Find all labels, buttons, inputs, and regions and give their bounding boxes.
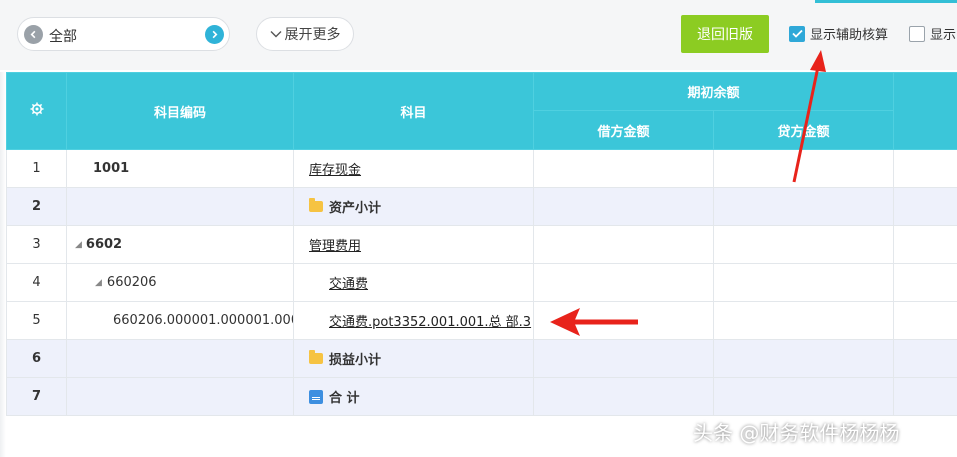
extra-cell [893, 263, 957, 302]
credit-amount-cell [712, 339, 895, 378]
folder-icon [309, 198, 323, 212]
extra-cell [893, 339, 957, 378]
debit-amount-cell[interactable] [533, 149, 714, 188]
show-aux-accounting-checkbox[interactable]: 显示辅助核算 [789, 24, 888, 43]
chevron-right-icon[interactable] [205, 25, 224, 44]
settings-header-cell[interactable] [6, 72, 67, 150]
credit-amount-cell[interactable] [712, 263, 895, 302]
folder-icon [309, 350, 323, 364]
row-number: 7 [6, 377, 67, 416]
table-row[interactable]: 3 ◢ 6602 管理费用 [6, 225, 957, 264]
subtotal-label: 资产小计 [329, 201, 382, 216]
table-row[interactable]: 1 1001 库存现金 [6, 149, 957, 188]
watermark-text: 头条 @财务软件杨杨杨 [693, 421, 900, 445]
account-subject-link[interactable]: 库存现金 [309, 163, 361, 178]
extra-cell [893, 225, 957, 264]
row-number: 3 [6, 225, 67, 264]
scope-value: 全部 [49, 29, 77, 45]
account-code [66, 377, 294, 416]
table-row[interactable]: 4 ◢ 660206 交通费 [6, 263, 957, 302]
debit-amount-cell[interactable] [533, 225, 714, 264]
row-number: 6 [6, 339, 67, 378]
account-code: 660206 [106, 275, 157, 290]
extra-cell [893, 377, 957, 416]
row-number: 2 [6, 187, 67, 226]
checkbox-checked-icon[interactable] [789, 25, 805, 42]
header-debit-amount: 借方金额 [533, 110, 714, 150]
debit-amount-cell [533, 339, 714, 378]
chevron-left-icon[interactable] [24, 25, 43, 44]
calculator-icon [309, 389, 323, 404]
show-aux-accounting-label: 显示辅助核算 [810, 28, 889, 43]
row-number: 1 [6, 149, 67, 188]
header-next-column [893, 72, 957, 150]
account-code: 1001 [66, 149, 294, 188]
table-row[interactable]: 6 损益小计 [6, 339, 957, 378]
table-row[interactable]: 7 合 计 [6, 377, 957, 416]
credit-amount-cell [712, 187, 895, 226]
account-code [66, 339, 294, 378]
scope-selector[interactable]: 全部 [17, 17, 230, 51]
expand-more-label: 展开更多 [284, 27, 341, 43]
header-account-subject: 科目 [293, 72, 534, 150]
credit-amount-cell[interactable] [712, 301, 895, 340]
checkbox-unchecked-icon[interactable] [909, 25, 925, 42]
header-account-code: 科目编码 [66, 72, 294, 150]
gear-icon[interactable] [30, 102, 44, 120]
account-subject-link[interactable]: 管理费用 [309, 239, 361, 254]
account-subject-link[interactable]: 交通费.pot3352.001.001.总 部.3 [329, 315, 531, 330]
collapse-triangle-icon[interactable]: ◢ [95, 278, 102, 288]
opening-balance-table: 科目编码 科目 期初余额 借方金额 贷方金额 1 1001 库存现金 2 资产小… [6, 72, 957, 416]
revert-old-version-button[interactable]: 退回旧版 [681, 15, 769, 53]
table-row[interactable]: 5 660206.000001.000001.000 交通费.pot3352.0… [6, 301, 957, 340]
row-number: 5 [6, 301, 67, 340]
header-opening-balance: 期初余额 [532, 72, 895, 111]
table-row[interactable]: 2 资产小计 [6, 187, 957, 226]
account-code: 6602 [85, 237, 123, 252]
toolbar: 全部 展开更多 退回旧版 显示辅助核算 显示 [0, 0, 957, 70]
extra-cell [893, 301, 957, 340]
show-more-checkbox[interactable]: 显示 [909, 24, 956, 43]
show-more-checkbox-clip: 显示 [909, 20, 957, 46]
collapse-triangle-icon[interactable]: ◢ [75, 240, 82, 250]
debit-amount-cell[interactable] [533, 301, 714, 340]
total-label: 合 计 [329, 391, 360, 406]
header-credit-amount: 贷方金额 [712, 110, 895, 150]
row-number: 4 [6, 263, 67, 302]
account-subject-link[interactable]: 交通费 [329, 277, 368, 292]
subtotal-label: 损益小计 [329, 353, 382, 368]
expand-more-button[interactable]: 展开更多 [256, 17, 354, 51]
debit-amount-cell[interactable] [533, 263, 714, 302]
debit-amount-cell [533, 377, 714, 416]
credit-amount-cell [712, 377, 895, 416]
extra-cell [893, 149, 957, 188]
chevron-down-icon [270, 26, 282, 42]
account-code [66, 187, 294, 226]
debit-amount-cell [533, 187, 714, 226]
toolbar-accent-bar [815, 0, 957, 3]
show-more-label: 显示 [930, 28, 957, 43]
extra-cell [893, 187, 957, 226]
account-code: 660206.000001.000001.000 [66, 301, 294, 340]
credit-amount-cell[interactable] [712, 225, 895, 264]
credit-amount-cell[interactable] [712, 149, 895, 188]
